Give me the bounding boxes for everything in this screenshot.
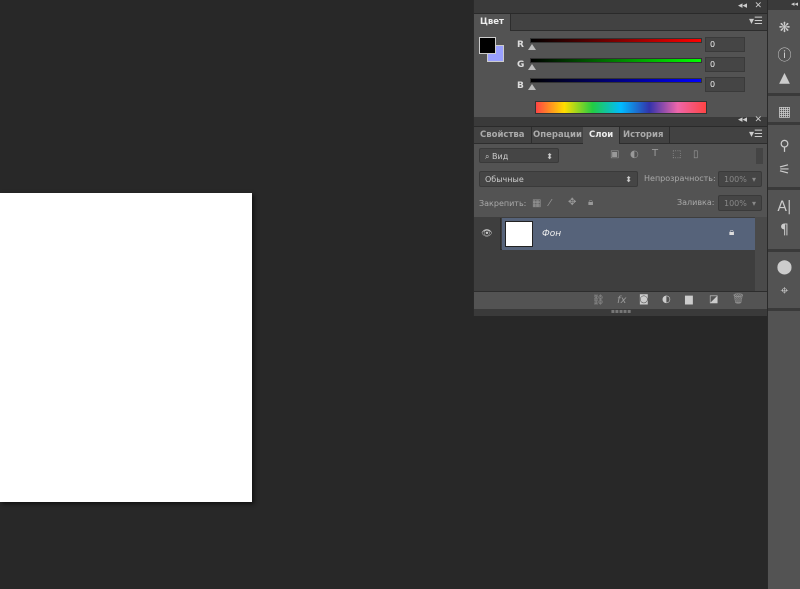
dock-divider xyxy=(768,249,800,252)
dock-divider xyxy=(768,122,800,125)
new-layer-icon[interactable]: ◪ xyxy=(709,294,718,305)
b-value-input[interactable]: 0 xyxy=(705,77,745,92)
fx-icon[interactable]: fx xyxy=(617,295,626,306)
lock-position-move-icon[interactable]: ✥ xyxy=(568,197,576,208)
opacity-value: 100% xyxy=(724,175,747,184)
swatches-grid-icon[interactable]: ▦ xyxy=(768,104,800,120)
dock-collapse-button[interactable]: ◂◂ xyxy=(768,0,800,10)
blend-mode-value: Обычные xyxy=(485,175,524,184)
lock-transparent-icon[interactable]: ▦ xyxy=(532,198,541,209)
panel-menu-icon[interactable]: ▾☰ xyxy=(749,16,763,27)
dock-divider xyxy=(768,308,800,311)
info-icon[interactable]: ⓘ xyxy=(768,45,800,65)
right-dock: ◂◂ ❋ ⓘ ▲ ▦ ⚲ ⚟ A| ¶ ⬤ ⌖ xyxy=(767,0,800,589)
opacity-label: Непрозрачность: xyxy=(644,174,716,183)
paths-icon[interactable]: ⌖ xyxy=(768,283,800,299)
filter-toggle[interactable] xyxy=(756,148,763,164)
new-adjustment-icon[interactable]: ◐ xyxy=(662,294,671,305)
delete-layer-trash-icon[interactable]: 🗑︎ xyxy=(732,294,745,305)
color-spectrum-ramp[interactable] xyxy=(535,101,707,114)
filter-type-icon[interactable]: T xyxy=(652,148,658,159)
blend-mode-select[interactable]: Обычные ⬍ xyxy=(479,171,638,187)
dock-divider xyxy=(768,93,800,96)
fill-value: 100% xyxy=(724,199,747,208)
lock-label: Закрепить: xyxy=(479,199,527,208)
paragraph-icon[interactable]: ¶ xyxy=(768,222,800,238)
g-slider[interactable] xyxy=(530,58,702,63)
r-label: R xyxy=(517,40,524,50)
panel-group: ◂◂ ✕ Цвет ▾☰ R 0 G 0 B 0 ◂◂ ✕ Свойства О… xyxy=(473,0,768,316)
channels-icon[interactable]: ⬤ xyxy=(768,259,800,275)
layers-footer: ⛓︎ fx ◙ ◐ ▆ ◪ 🗑︎ xyxy=(474,291,768,309)
histogram-icon[interactable]: ▲ xyxy=(768,70,800,86)
character-icon[interactable]: A| xyxy=(768,199,800,215)
panel-menu-icon[interactable]: ▾☰ xyxy=(749,129,763,140)
layer-filter-select[interactable]: ⌕ Вид ⬍ xyxy=(479,148,559,163)
r-value-input[interactable]: 0 xyxy=(705,37,745,52)
b-slider-thumb[interactable] xyxy=(528,84,536,90)
layers-panel-header: ◂◂ ✕ xyxy=(474,115,767,127)
document-canvas[interactable] xyxy=(0,193,252,502)
visibility-eye-icon[interactable]: 👁︎ xyxy=(474,218,501,250)
lock-pixels-brush-icon[interactable]: ⁄ xyxy=(549,198,551,209)
fill-input[interactable]: 100% ▾ xyxy=(718,195,762,211)
opacity-input[interactable]: 100% ▾ xyxy=(718,171,762,187)
layer-row-highlight xyxy=(502,218,755,250)
color-panel-header: ◂◂ ✕ xyxy=(474,0,767,14)
g-label: G xyxy=(517,60,525,70)
color-tabs: Цвет ▾☰ xyxy=(474,14,767,31)
layers-tabs: Свойства Операции Слои История ▾☰ xyxy=(474,127,767,144)
r-slider[interactable] xyxy=(530,38,702,43)
layer-lock-icon: 🔒︎ xyxy=(729,227,735,238)
foreground-color-swatch[interactable] xyxy=(479,37,496,54)
layer-name: Фон xyxy=(542,229,562,239)
link-layers-icon[interactable]: ⛓︎ xyxy=(592,295,605,306)
close-button[interactable]: ✕ xyxy=(754,1,762,11)
g-value-input[interactable]: 0 xyxy=(705,57,745,72)
tab-color[interactable]: Цвет xyxy=(474,14,511,31)
panel-resize-handle[interactable]: ▪▪▪▪▪ xyxy=(474,309,768,316)
layer-row[interactable]: 👁︎ Фон 🔒︎ xyxy=(474,218,755,250)
filter-pixel-icon[interactable]: ▣ xyxy=(610,149,619,160)
r-slider-thumb[interactable] xyxy=(528,44,536,50)
lock-all-icon[interactable]: 🔒︎ xyxy=(588,197,593,208)
b-slider[interactable] xyxy=(530,78,702,83)
tab-history[interactable]: История xyxy=(617,127,671,144)
clone-source-icon[interactable]: ⚟ xyxy=(768,162,800,178)
dock-divider xyxy=(768,187,800,190)
filter-adjustment-icon[interactable]: ◐ xyxy=(630,149,639,160)
add-mask-icon[interactable]: ◙ xyxy=(639,294,649,305)
new-group-folder-icon[interactable]: ▆ xyxy=(685,294,693,305)
fill-label: Заливка: xyxy=(677,198,715,207)
filter-smart-object-icon[interactable]: ▯ xyxy=(693,149,699,160)
layers-list: 👁︎ Фон 🔒︎ xyxy=(474,217,755,291)
close-button[interactable]: ✕ xyxy=(754,115,762,125)
brush-presets-icon[interactable]: ⚲ xyxy=(768,138,800,154)
tab-properties[interactable]: Свойства xyxy=(474,127,532,144)
tab-actions[interactable]: Операции xyxy=(527,127,589,144)
layer-thumbnail xyxy=(505,221,533,247)
collapse-button[interactable]: ◂◂ xyxy=(738,115,747,125)
collapse-button[interactable]: ◂◂ xyxy=(738,1,747,11)
filter-shape-icon[interactable]: ⬚ xyxy=(672,149,681,160)
b-label: B xyxy=(517,81,524,91)
g-slider-thumb[interactable] xyxy=(528,64,536,70)
navigator-icon[interactable]: ❋ xyxy=(768,20,800,36)
filter-value: Вид xyxy=(492,152,509,161)
tab-layers[interactable]: Слои xyxy=(583,127,621,144)
